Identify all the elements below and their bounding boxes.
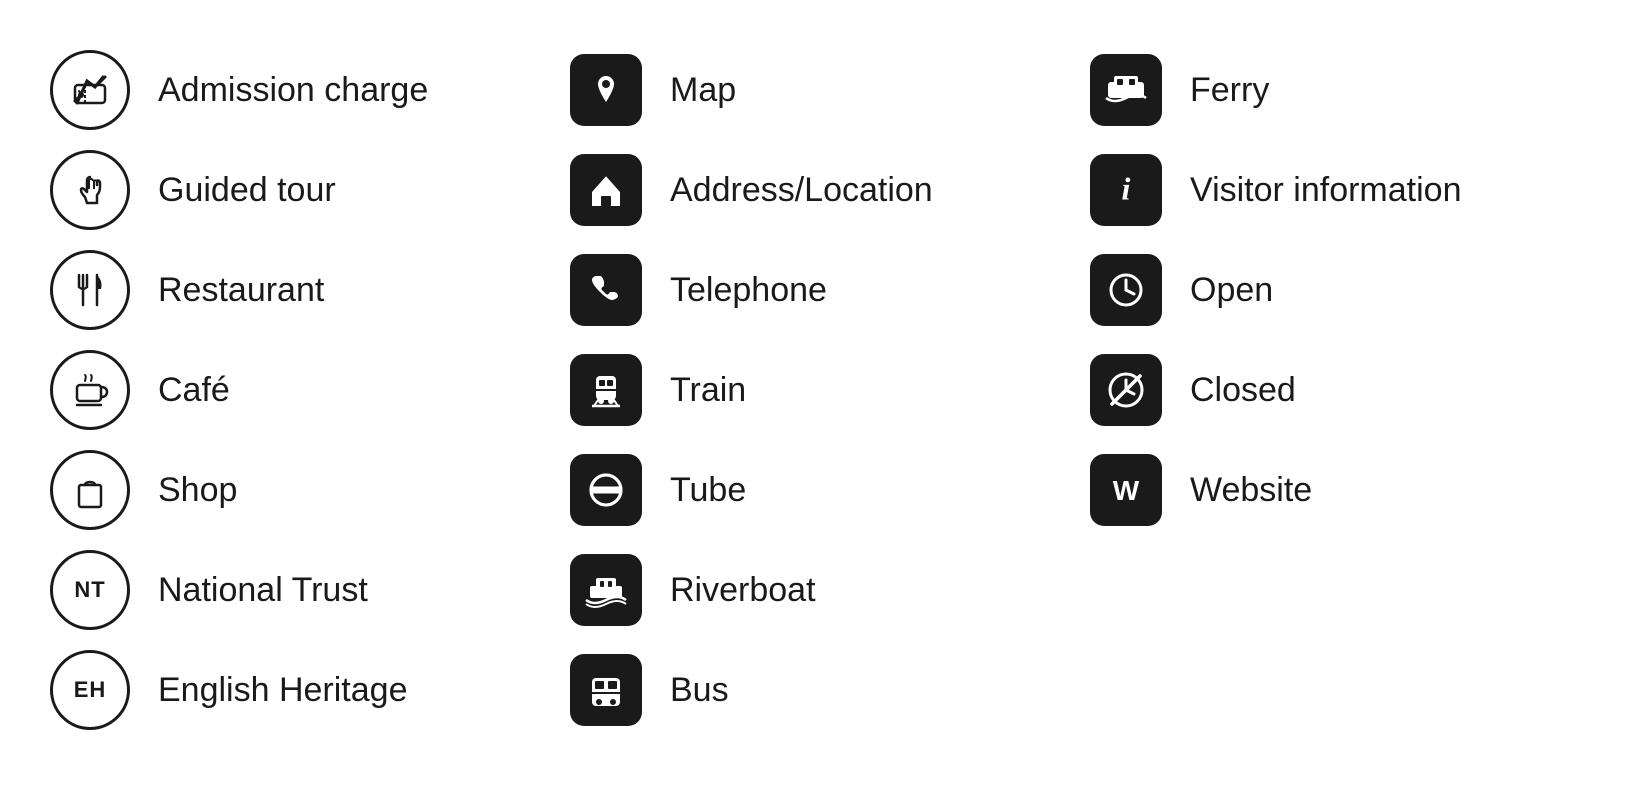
legend-item-open: Open bbox=[1090, 240, 1641, 340]
visitor-info-label: Visitor information bbox=[1190, 171, 1462, 210]
bus-icon bbox=[570, 654, 642, 726]
ticket-icon bbox=[50, 50, 130, 130]
legend-item-website: W Website bbox=[1090, 440, 1641, 540]
restaurant-label: Restaurant bbox=[158, 271, 324, 310]
train-icon bbox=[570, 354, 642, 426]
empty-col3-row6 bbox=[1090, 540, 1641, 640]
restaurant-icon bbox=[50, 250, 130, 330]
legend-item-train: Train bbox=[570, 340, 1090, 440]
legend-item-restaurant: Restaurant bbox=[50, 240, 570, 340]
english-heritage-label: English Heritage bbox=[158, 671, 407, 710]
address-icon bbox=[570, 154, 642, 226]
legend-item-map: Map bbox=[570, 40, 1090, 140]
riverboat-label: Riverboat bbox=[670, 571, 816, 610]
map-label: Map bbox=[670, 71, 736, 110]
map-icon bbox=[570, 54, 642, 126]
tube-icon bbox=[570, 454, 642, 526]
legend-item-english-heritage: EH English Heritage bbox=[50, 640, 570, 740]
legend-item-bus: Bus bbox=[570, 640, 1090, 740]
nt-icon: NT bbox=[50, 550, 130, 630]
website-icon: W bbox=[1090, 454, 1162, 526]
cafe-label: Café bbox=[158, 371, 230, 410]
legend-item-telephone: Telephone bbox=[570, 240, 1090, 340]
visitor-info-icon: i bbox=[1090, 154, 1162, 226]
address-label: Address/Location bbox=[670, 171, 933, 210]
nt-text: NT bbox=[74, 577, 105, 603]
tube-label: Tube bbox=[670, 471, 746, 510]
eh-icon: EH bbox=[50, 650, 130, 730]
ferry-label: Ferry bbox=[1190, 71, 1269, 110]
open-icon bbox=[1090, 254, 1162, 326]
empty-col3-row7 bbox=[1090, 640, 1641, 740]
legend-item-ferry: Ferry bbox=[1090, 40, 1641, 140]
legend-item-visitor-info: i Visitor information bbox=[1090, 140, 1641, 240]
legend-item-admission-charge: Admission charge bbox=[50, 40, 570, 140]
legend-grid: Admission charge Map bbox=[50, 40, 1591, 740]
eh-text: EH bbox=[74, 677, 107, 703]
train-label: Train bbox=[670, 371, 746, 410]
legend-item-national-trust: NT National Trust bbox=[50, 540, 570, 640]
guided-tour-label: Guided tour bbox=[158, 171, 336, 210]
shop-label: Shop bbox=[158, 471, 237, 510]
svg-text:i: i bbox=[1122, 171, 1131, 207]
legend-item-closed: Closed bbox=[1090, 340, 1641, 440]
bus-label: Bus bbox=[670, 671, 729, 710]
svg-text:W: W bbox=[1113, 475, 1140, 506]
ferry-icon bbox=[1090, 54, 1162, 126]
legend-item-cafe: Café bbox=[50, 340, 570, 440]
closed-icon bbox=[1090, 354, 1162, 426]
admission-charge-label: Admission charge bbox=[158, 71, 428, 110]
guided-tour-icon bbox=[50, 150, 130, 230]
website-label: Website bbox=[1190, 471, 1312, 510]
legend-item-riverboat: Riverboat bbox=[570, 540, 1090, 640]
riverboat-icon bbox=[570, 554, 642, 626]
telephone-icon bbox=[570, 254, 642, 326]
legend-item-guided-tour: Guided tour bbox=[50, 140, 570, 240]
cafe-icon bbox=[50, 350, 130, 430]
closed-label: Closed bbox=[1190, 371, 1296, 410]
open-label: Open bbox=[1190, 271, 1273, 310]
legend-item-shop: Shop bbox=[50, 440, 570, 540]
legend-item-address: Address/Location bbox=[570, 140, 1090, 240]
legend-item-tube: Tube bbox=[570, 440, 1090, 540]
telephone-label: Telephone bbox=[670, 271, 827, 310]
shop-icon bbox=[50, 450, 130, 530]
national-trust-label: National Trust bbox=[158, 571, 368, 610]
